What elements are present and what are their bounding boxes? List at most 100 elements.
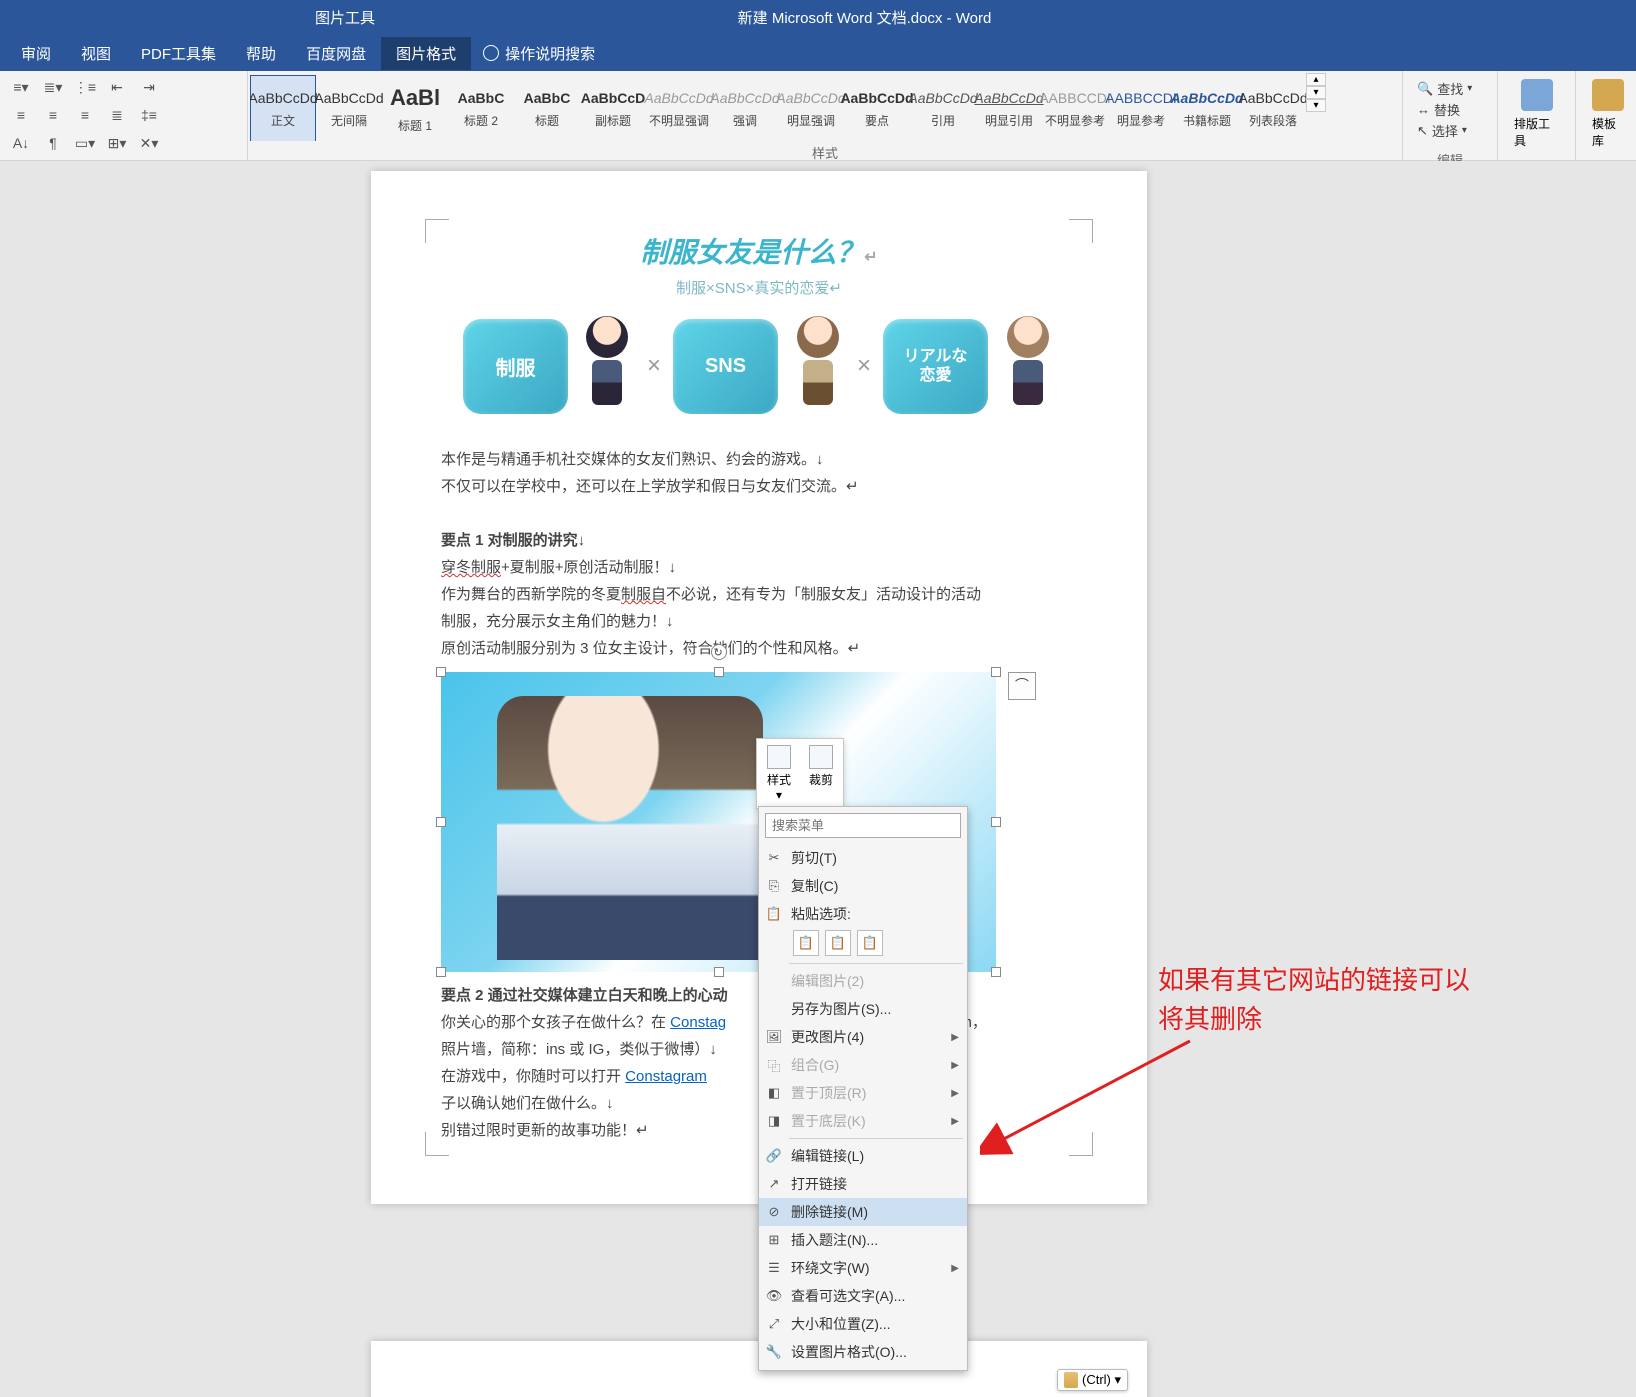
find-button[interactable]: 🔍查找▾ bbox=[1417, 79, 1472, 98]
paste-option-3[interactable]: 📋 bbox=[857, 930, 883, 956]
gallery-down-button[interactable]: ▾ bbox=[1306, 86, 1326, 99]
style-item[interactable]: AaBbCcD副标题 bbox=[580, 75, 646, 141]
mini-style-button[interactable]: 样式▾ bbox=[761, 743, 797, 804]
ctx-copy[interactable]: ⎘复制(C) bbox=[759, 872, 967, 900]
send-back-icon: ◨ bbox=[765, 1112, 783, 1130]
document-area[interactable]: 制服女友是什么？↵ 制服×SNS×真实的恋爱↵ 制服 × SNS × リアルな … bbox=[0, 161, 1636, 1397]
clipboard-icon bbox=[1064, 1372, 1078, 1388]
menu-help[interactable]: 帮助 bbox=[231, 37, 291, 70]
paste-option-2[interactable]: 📋 bbox=[825, 930, 851, 956]
asian-layout-button[interactable]: ✕▾ bbox=[134, 131, 164, 155]
select-button[interactable]: ↖选择▾ bbox=[1417, 121, 1472, 140]
caption-icon: ⊞ bbox=[765, 1231, 783, 1249]
resize-handle-l[interactable] bbox=[436, 817, 446, 827]
paste-option-1[interactable]: 📋 bbox=[793, 930, 819, 956]
justify-button[interactable]: ≣ bbox=[102, 103, 132, 127]
style-item[interactable]: AaBbCcDd列表段落 bbox=[1240, 75, 1306, 141]
align-left-button[interactable]: ≡ bbox=[6, 103, 36, 127]
mini-toolbar: 样式▾ 裁剪 bbox=[756, 738, 844, 809]
resize-handle-tl[interactable] bbox=[436, 667, 446, 677]
bullets-button[interactable]: ≡▾ bbox=[6, 75, 36, 99]
numbering-button[interactable]: ≣▾ bbox=[38, 75, 68, 99]
ctx-format-picture[interactable]: 🔧设置图片格式(O)... bbox=[759, 1338, 967, 1366]
menu-pdf-tools[interactable]: PDF工具集 bbox=[126, 37, 231, 70]
ctx-change-picture[interactable]: 🖼更改图片(4)▶ bbox=[759, 1023, 967, 1051]
style-item[interactable]: AaBbC标题 2 bbox=[448, 75, 514, 141]
style-item[interactable]: AABBCCDI明显参考 bbox=[1108, 75, 1174, 141]
ctx-alt-text[interactable]: 👁查看可选文字(A)... bbox=[759, 1282, 967, 1310]
style-item[interactable]: AaBbCcDd引用 bbox=[910, 75, 976, 141]
replace-icon: ↔ bbox=[1417, 102, 1430, 117]
resize-handle-r[interactable] bbox=[991, 817, 1001, 827]
ctx-cut[interactable]: ✂剪切(T) bbox=[759, 844, 967, 872]
style-item[interactable]: AaBbCcDd明显引用 bbox=[976, 75, 1042, 141]
format-icon: 🔧 bbox=[765, 1343, 783, 1361]
open-link-icon: ↗ bbox=[765, 1175, 783, 1193]
menu-baidu-disk[interactable]: 百度网盘 bbox=[291, 37, 381, 70]
replace-button[interactable]: ↔替换 bbox=[1417, 100, 1472, 119]
style-item[interactable]: AaBbC标题 bbox=[514, 75, 580, 141]
sort-button[interactable]: A↓ bbox=[6, 131, 36, 155]
style-item[interactable]: AaBbCcDd不明显强调 bbox=[646, 75, 712, 141]
context-search-input[interactable] bbox=[765, 813, 961, 838]
resize-handle-bl[interactable] bbox=[436, 967, 446, 977]
menu-view[interactable]: 视图 bbox=[66, 37, 126, 70]
chibi-2 bbox=[790, 316, 845, 416]
gallery-more-button[interactable]: ▾ bbox=[1306, 99, 1326, 112]
lightbulb-icon bbox=[483, 45, 499, 61]
gallery-scroll: ▴ ▾ ▾ bbox=[1306, 73, 1326, 112]
gallery-up-button[interactable]: ▴ bbox=[1306, 73, 1326, 86]
crop-icon bbox=[809, 745, 833, 769]
ctx-remove-link[interactable]: ⊘删除链接(M) bbox=[759, 1198, 967, 1226]
resize-handle-tr[interactable] bbox=[991, 667, 1001, 677]
ctx-save-as-picture[interactable]: 另存为图片(S)... bbox=[759, 995, 967, 1023]
style-item[interactable]: AaBbCcDd书籍标题 bbox=[1174, 75, 1240, 141]
ctx-insert-caption[interactable]: ⊞插入题注(N)... bbox=[759, 1226, 967, 1254]
context-menu: ✂剪切(T) ⎘复制(C) 📋粘贴选项: 📋 📋 📋 编辑图片(2) 另存为图片… bbox=[758, 806, 968, 1371]
borders-button[interactable]: ⊞▾ bbox=[102, 131, 132, 155]
badge-uniform: 制服 bbox=[463, 319, 568, 414]
resize-handle-br[interactable] bbox=[991, 967, 1001, 977]
ribbon: ≡▾ ≣▾ ⋮≡ ⇤ ⇥ ≡ ≡ ≡ ≣ ‡≡ A↓ ¶ ▭▾ ⊞▾ ✕▾ 段落… bbox=[0, 71, 1636, 161]
ctx-size-position[interactable]: ⤢大小和位置(Z)... bbox=[759, 1310, 967, 1338]
style-item[interactable]: AABBCCDI不明显参考 bbox=[1042, 75, 1108, 141]
multilevel-button[interactable]: ⋮≡ bbox=[70, 75, 100, 99]
style-item[interactable]: AaBbCcDd强调 bbox=[712, 75, 778, 141]
ctx-open-link[interactable]: ↗打开链接 bbox=[759, 1170, 967, 1198]
tell-me-search[interactable]: 操作说明搜索 bbox=[471, 43, 607, 64]
group-icon: ⿻ bbox=[765, 1056, 783, 1074]
title-bar: 图片工具 新建 Microsoft Word 文档.docx - Word bbox=[0, 0, 1636, 35]
layout-tools-button[interactable]: 排版工具 bbox=[1504, 75, 1569, 153]
rotate-handle[interactable] bbox=[711, 644, 727, 660]
chevron-right-icon: ▶ bbox=[951, 1032, 959, 1043]
alt-text-icon: 👁 bbox=[765, 1287, 783, 1305]
ctx-send-back: ◨置于底层(K)▶ bbox=[759, 1107, 967, 1135]
styles-gallery[interactable]: AaBbCcDd正文AaBbCcDd无间隔AaBl标题 1AaBbC标题 2Aa… bbox=[250, 73, 1306, 141]
ctx-edit-link[interactable]: 🔗编辑链接(L) bbox=[759, 1142, 967, 1170]
ctx-wrap-text[interactable]: ☰环绕文字(W)▶ bbox=[759, 1254, 967, 1282]
decrease-indent-button[interactable]: ⇤ bbox=[102, 75, 132, 99]
resize-handle-t[interactable] bbox=[714, 667, 724, 677]
scissors-icon: ✂ bbox=[765, 849, 783, 867]
align-right-button[interactable]: ≡ bbox=[70, 103, 100, 127]
template-button[interactable]: 模板库 bbox=[1582, 75, 1634, 153]
style-item[interactable]: AaBbCcDd无间隔 bbox=[316, 75, 382, 141]
style-icon bbox=[767, 745, 791, 769]
style-item[interactable]: AaBbCcDd要点 bbox=[844, 75, 910, 141]
style-item[interactable]: AaBl标题 1 bbox=[382, 75, 448, 141]
style-item[interactable]: AaBbCcDd明显强调 bbox=[778, 75, 844, 141]
style-item[interactable]: AaBbCcDd正文 bbox=[250, 75, 316, 141]
layout-options-button[interactable]: ⌒ bbox=[1008, 672, 1036, 700]
change-pic-icon: 🖼 bbox=[765, 1028, 783, 1046]
align-center-button[interactable]: ≡ bbox=[38, 103, 68, 127]
menu-picture-format[interactable]: 图片格式 bbox=[381, 37, 471, 70]
increase-indent-button[interactable]: ⇥ bbox=[134, 75, 164, 99]
bring-front-icon: ◧ bbox=[765, 1084, 783, 1102]
line-spacing-button[interactable]: ‡≡ bbox=[134, 103, 164, 127]
resize-handle-b[interactable] bbox=[714, 967, 724, 977]
menu-review[interactable]: 审阅 bbox=[6, 37, 66, 70]
mini-crop-button[interactable]: 裁剪 bbox=[803, 743, 839, 804]
paste-options-badge[interactable]: (Ctrl) ▾ bbox=[1057, 1369, 1128, 1391]
shading-button[interactable]: ▭▾ bbox=[70, 131, 100, 155]
show-marks-button[interactable]: ¶ bbox=[38, 131, 68, 155]
